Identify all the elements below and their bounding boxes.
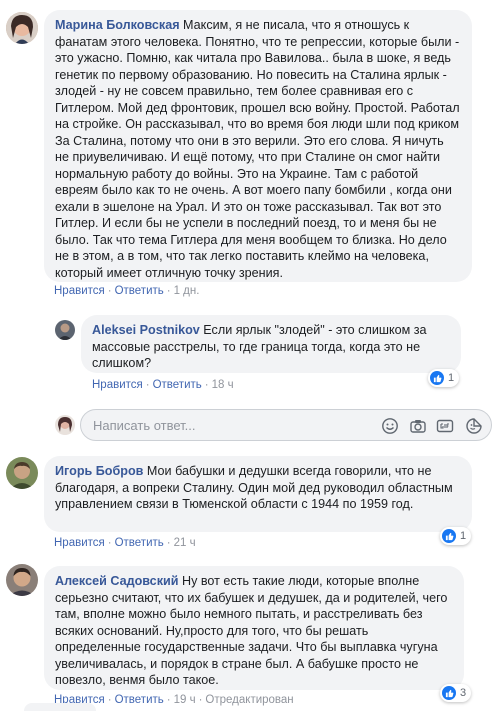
- like-link[interactable]: Нравится: [54, 537, 105, 549]
- avatar[interactable]: [6, 12, 38, 44]
- avatar-photo: [6, 12, 38, 44]
- timestamp[interactable]: 18 ч: [212, 379, 234, 391]
- comment-bubble: Алексей Садовский Ну вот есть такие люди…: [44, 566, 464, 690]
- reaction-count-label: 3: [460, 687, 467, 699]
- avatar-photo: [55, 415, 75, 435]
- like-link[interactable]: Нравится: [54, 285, 105, 297]
- avatar[interactable]: [6, 564, 38, 596]
- next-comment-bubble: [24, 703, 96, 711]
- camera-icon[interactable]: [409, 417, 427, 435]
- comment-author[interactable]: Марина Болковская: [55, 18, 180, 32]
- comment-text: Максим, я не писала, что я отношусь к фа…: [55, 18, 460, 280]
- comment-author[interactable]: Алексей Садовский: [55, 574, 178, 588]
- avatar-photo: [55, 320, 75, 340]
- comment-actions: Нравится · Ответить · 1 дн.: [54, 285, 200, 297]
- reply-link[interactable]: Ответить: [115, 694, 164, 706]
- current-user-avatar: [55, 415, 75, 435]
- reply-input[interactable]: Написать ответ...: [80, 409, 492, 441]
- comment-author[interactable]: Aleksei Postnikov: [92, 323, 200, 337]
- reaction-count[interactable]: 1: [440, 527, 472, 545]
- reaction-count[interactable]: 1: [428, 369, 460, 387]
- reply-link[interactable]: Ответить: [115, 285, 164, 297]
- reply-placeholder: Написать ответ...: [93, 418, 196, 433]
- timestamp[interactable]: 1 дн.: [174, 285, 200, 297]
- avatar[interactable]: [55, 320, 75, 340]
- avatar-photo: [6, 564, 38, 596]
- reaction-count[interactable]: 3: [440, 684, 472, 702]
- comment-bubble: Игорь Бобров Мои бабушки и дедушки всегд…: [44, 456, 472, 532]
- like-reaction-icon: [442, 529, 456, 543]
- like-reaction-icon: [442, 686, 456, 700]
- edited-label[interactable]: Отредактирован: [205, 694, 293, 706]
- emoji-icon[interactable]: [381, 417, 399, 435]
- reply-link[interactable]: Ответить: [153, 379, 202, 391]
- avatar-photo: [6, 457, 38, 489]
- sticker-icon[interactable]: [465, 417, 483, 435]
- timestamp[interactable]: 21 ч: [174, 537, 196, 549]
- like-reaction-icon: [430, 371, 444, 385]
- timestamp[interactable]: 19 ч: [174, 694, 196, 706]
- reply-link[interactable]: Ответить: [115, 537, 164, 549]
- comment-bubble: Aleksei Postnikov Если ярлык "злодей" - …: [81, 315, 461, 373]
- comment-bubble: Марина Болковская Максим, я не писала, ч…: [44, 10, 472, 282]
- comment-actions: Нравится · Ответить · 21 ч: [54, 537, 196, 549]
- comment-author[interactable]: Игорь Бобров: [55, 464, 143, 478]
- comment-text: Ну вот есть такие люди, которые вполне с…: [55, 574, 448, 687]
- avatar[interactable]: [6, 457, 38, 489]
- gif-icon[interactable]: [436, 417, 454, 435]
- like-link[interactable]: Нравится: [92, 379, 143, 391]
- comment-actions: Нравится · Ответить · 18 ч: [92, 379, 234, 391]
- reaction-count-label: 1: [448, 372, 455, 384]
- reaction-count-label: 1: [460, 530, 467, 542]
